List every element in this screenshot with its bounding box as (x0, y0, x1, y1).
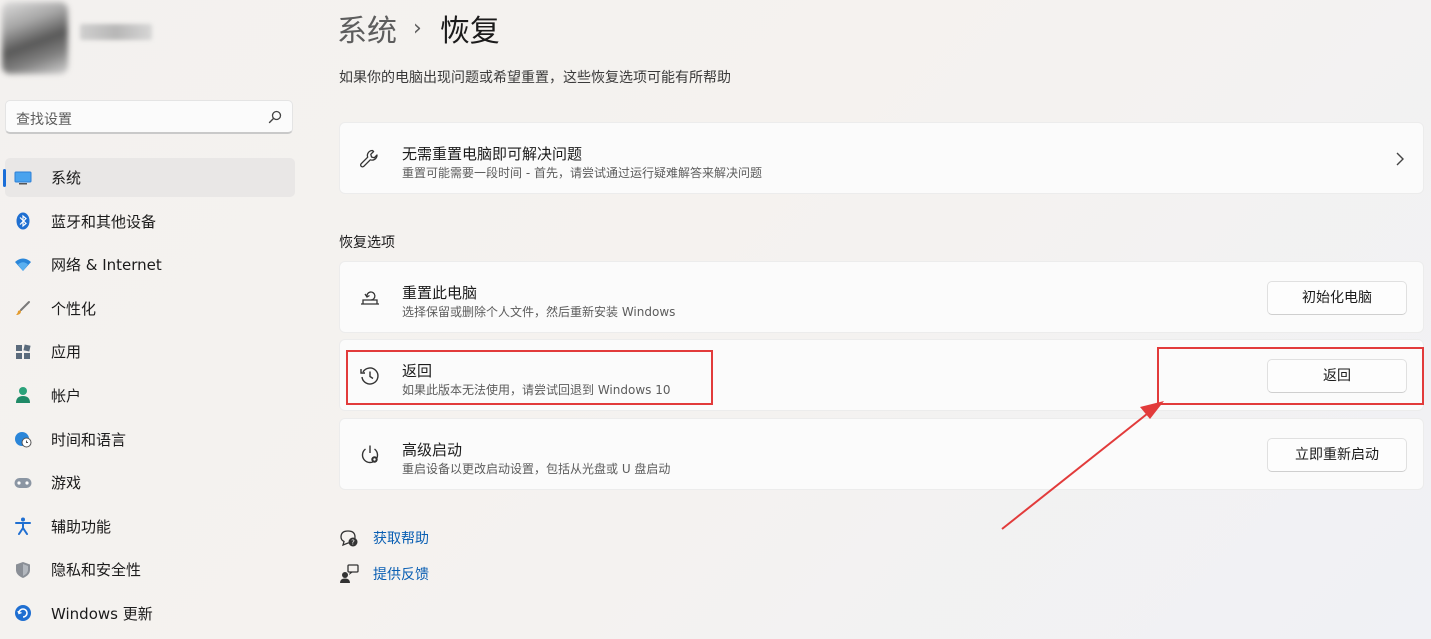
wrench-icon (360, 149, 378, 168)
brush-icon (13, 298, 33, 318)
sidebar-item-label: 应用 (51, 343, 82, 362)
search-icon[interactable] (268, 110, 282, 124)
profile-name-blurred (80, 24, 152, 40)
advanced-startup-description: 重启设备以更改启动设置，包括从光盘或 U 盘启动 (402, 462, 671, 476)
go-back-description: 如果此版本无法使用，请尝试回退到 Windows 10 (402, 383, 671, 397)
give-feedback-link[interactable]: 提供反馈 (339, 564, 429, 584)
sidebar-item-accessibility[interactable]: 辅助功能 (5, 507, 295, 546)
shield-icon (13, 560, 33, 580)
advanced-startup-card: 高级启动 重启设备以更改启动设置，包括从光盘或 U 盘启动 立即重新启动 (339, 418, 1424, 490)
reset-pc-card: 重置此电脑 选择保留或删除个人文件，然后重新安装 Windows 初始化电脑 (339, 261, 1424, 333)
sidebar-item-bluetooth[interactable]: 蓝牙和其他设备 (5, 202, 295, 241)
globe-clock-icon (13, 429, 33, 449)
recovery-section-title: 恢复选项 (339, 235, 395, 251)
sidebar-item-label: 隐私和安全性 (51, 561, 142, 580)
avatar (2, 2, 68, 74)
search-input[interactable]: 查找设置 (16, 109, 72, 129)
reset-pc-description: 选择保留或删除个人文件，然后重新安装 Windows (402, 305, 676, 319)
reset-pc-title: 重置此电脑 (402, 284, 478, 302)
sidebar-item-time-language[interactable]: 时间和语言 (5, 420, 295, 459)
sidebar-nav: 系统 蓝牙和其他设备 网络 & Internet 个性化 应用 帐户 时间和语言… (3, 158, 295, 638)
sidebar-item-label: 系统 (51, 169, 82, 187)
sidebar-item-privacy[interactable]: 隐私和安全性 (5, 550, 295, 589)
sidebar-item-label: 蓝牙和其他设备 (51, 212, 157, 231)
sidebar-item-gaming[interactable]: 游戏 (5, 463, 295, 502)
sidebar-item-label: 辅助功能 (51, 517, 112, 536)
wifi-icon (13, 255, 33, 275)
gamepad-icon (13, 473, 33, 493)
troubleshoot-description: 重置可能需要一段时间 - 首先，请尝试通过运行疑难解答来解决问题 (402, 166, 762, 180)
sidebar-item-label: 时间和语言 (51, 430, 127, 449)
sidebar-item-label: 游戏 (51, 474, 82, 493)
sidebar-item-apps[interactable]: 应用 (5, 332, 295, 371)
user-profile[interactable] (0, 0, 300, 80)
chevron-right-icon (1396, 152, 1404, 166)
monitor-icon (13, 168, 33, 188)
restart-now-button[interactable]: 立即重新启动 (1267, 438, 1407, 472)
feedback-icon (340, 564, 359, 583)
page-title: 恢复 (439, 14, 500, 49)
person-icon (13, 385, 33, 405)
sidebar-item-accounts[interactable]: 帐户 (5, 376, 295, 415)
sidebar-item-network[interactable]: 网络 & Internet (5, 245, 295, 284)
svg-text:?: ? (351, 539, 355, 547)
sidebar-item-label: 网络 & Internet (51, 256, 162, 275)
sidebar-item-system[interactable]: 系统 (3, 158, 295, 197)
accessibility-icon (13, 516, 33, 536)
sidebar-item-label: 帐户 (51, 386, 82, 405)
sidebar: 查找设置 系统 蓝牙和其他设备 网络 & Internet 个性化 应用 帐户 … (0, 0, 300, 639)
get-help-link[interactable]: ? 获取帮助 (339, 528, 429, 548)
advanced-startup-title: 高级启动 (402, 441, 463, 459)
breadcrumb-separator: › (413, 15, 422, 41)
page-subtitle: 如果你的电脑出现问题或希望重置，这些恢复选项可能有所帮助 (339, 70, 731, 86)
sidebar-item-personalization[interactable]: 个性化 (5, 289, 295, 328)
give-feedback-label[interactable]: 提供反馈 (373, 564, 429, 584)
search-box[interactable]: 查找设置 (5, 100, 293, 134)
advanced-startup-icon (361, 445, 379, 464)
breadcrumb: 系统 › 恢复 (337, 6, 500, 50)
sidebar-item-label: Windows 更新 (51, 604, 153, 623)
update-icon (13, 603, 33, 623)
go-back-card: 返回 如果此版本无法使用，请尝试回退到 Windows 10 返回 (339, 339, 1424, 411)
sidebar-item-label: 个性化 (51, 299, 97, 318)
reset-pc-icon (361, 291, 379, 305)
help-icon: ? (340, 530, 358, 547)
sidebar-item-windows-update[interactable]: Windows 更新 (5, 594, 295, 633)
breadcrumb-parent[interactable]: 系统 (337, 6, 397, 50)
history-icon (360, 367, 379, 385)
reset-pc-button[interactable]: 初始化电脑 (1267, 281, 1407, 315)
troubleshoot-card[interactable]: 无需重置电脑即可解决问题 重置可能需要一段时间 - 首先，请尝试通过运行疑难解答… (339, 122, 1424, 194)
go-back-title: 返回 (402, 362, 433, 380)
apps-icon (13, 342, 33, 362)
go-back-button[interactable]: 返回 (1267, 359, 1407, 393)
get-help-label[interactable]: 获取帮助 (373, 528, 429, 548)
bluetooth-icon (13, 211, 33, 231)
troubleshoot-title: 无需重置电脑即可解决问题 (402, 145, 583, 163)
